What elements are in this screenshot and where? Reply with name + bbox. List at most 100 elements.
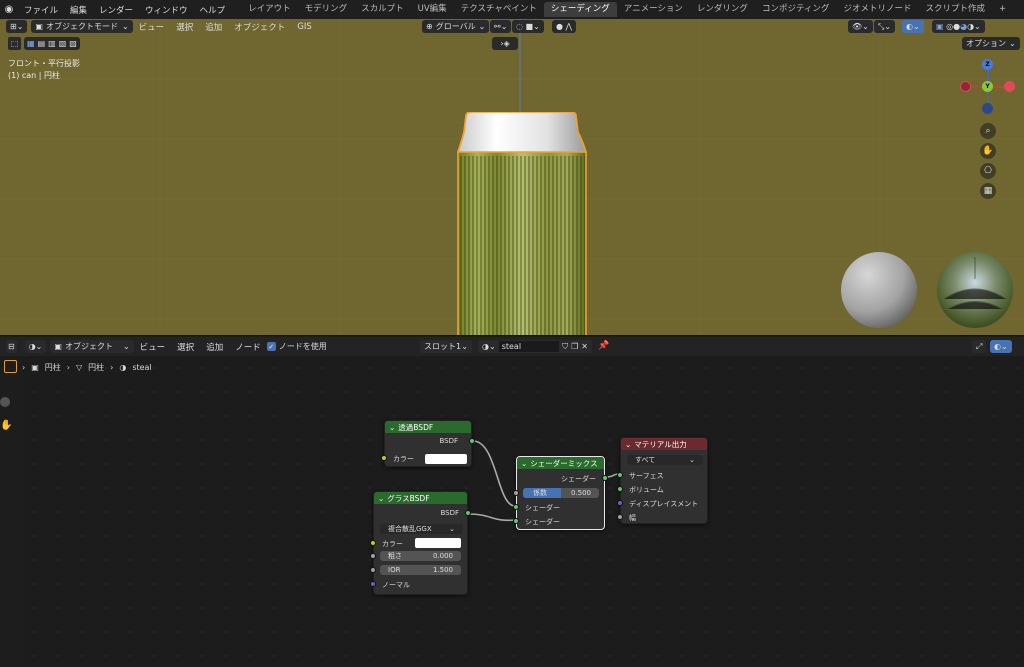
duplicate-material-icon[interactable]: ❐ <box>571 342 578 351</box>
slot-select[interactable]: スロット1 ⌄ <box>420 340 472 353</box>
gizmo-button[interactable]: ⤡⌄ <box>874 20 896 33</box>
material-selector[interactable]: ◑⌄ steal ⛉ ❐ ✕ <box>478 340 592 353</box>
node-canvas[interactable]: › ▣ 円柱 › ▽ 円柱 › ◑ steal ⌄ 透過BSDF BSDF カラー <box>22 356 1024 663</box>
node-mix-shader[interactable]: ⌄ シェーダーミックス シェーダー 係数 0.500 シェーダー シェーダー <box>513 456 608 530</box>
select-tool-icon[interactable]: ⬚ <box>8 37 21 50</box>
gizmo-neg-z-axis[interactable] <box>982 103 993 114</box>
select-extend-icon[interactable]: ▤ <box>38 39 46 48</box>
tab-compositing[interactable]: コンポジティング <box>755 2 837 17</box>
material-preview-toggle[interactable]: ›◈ <box>492 37 518 50</box>
node-menu-view[interactable]: ビュー <box>134 341 172 353</box>
node-glass-bsdf[interactable]: ⌄ グラスBSDF BSDF 複合散乱GGX ⌄ カラー 粗さ 0.000 IOR … <box>370 491 471 595</box>
pan-hand-icon[interactable]: ✋ <box>0 420 12 431</box>
node-menu-node[interactable]: ノード <box>229 341 267 353</box>
select-new-icon[interactable]: ▦ <box>27 39 35 48</box>
node-menu-add[interactable]: 追加 <box>200 341 229 353</box>
input-factor-socket[interactable] <box>513 490 519 496</box>
color-swatch[interactable] <box>415 538 461 548</box>
visibility-button[interactable]: 👁⌄ <box>848 20 873 33</box>
node-material-output[interactable]: ⌄ マテリアル出力 すべて ⌄ サーフェス ボリューム ディスプレイスメント 幅 <box>617 437 708 524</box>
wireframe-shading-icon[interactable]: ◎ <box>946 22 953 31</box>
input-ior-socket[interactable] <box>370 567 376 573</box>
camera-icon[interactable]: ⎔ <box>980 163 996 179</box>
tab-texture-paint[interactable]: テクスチャペイント <box>454 2 544 17</box>
viewport-menu-view[interactable]: ビュー <box>133 21 171 33</box>
select-invert-icon[interactable]: ▧ <box>59 39 67 48</box>
proportional-edit-button[interactable]: ● ⋀ <box>552 20 577 33</box>
transform-orientation-select[interactable]: ⊕ グローバル ⌄ <box>422 20 490 33</box>
select-intersect-icon[interactable]: ▨ <box>69 39 77 48</box>
collapse-chevron-icon[interactable]: ⌄ <box>625 440 631 449</box>
color-swatch[interactable] <box>425 454 467 464</box>
pin-icon[interactable]: 📌 <box>598 341 609 351</box>
mode-select[interactable]: ▣ オブジェクトモード ⌄ <box>31 20 133 33</box>
node-menu-select[interactable]: 選択 <box>171 341 200 353</box>
navigation-gizmo[interactable]: Z Y <box>958 57 1018 117</box>
menu-render[interactable]: レンダー <box>93 4 139 16</box>
gizmo-y-axis[interactable]: Y <box>982 81 993 92</box>
output-shader-socket[interactable] <box>602 475 608 481</box>
factor-slider[interactable]: 係数 0.500 <box>523 488 599 498</box>
roughness-field[interactable]: 粗さ 0.000 <box>380 551 461 561</box>
select-mode-buttons[interactable]: ▦ ▤ ▥ ▧ ▨ <box>24 37 80 50</box>
blender-logo-icon[interactable]: ◉ <box>0 0 18 19</box>
pivot-button[interactable]: ⚯⌄ <box>490 20 512 33</box>
viewport-menu-object[interactable]: オブジェクト <box>228 21 291 33</box>
output-bsdf-socket[interactable] <box>469 438 475 444</box>
tab-geometry-nodes[interactable]: ジオメトリノード <box>836 2 918 17</box>
input-roughness-socket[interactable] <box>370 553 376 559</box>
menu-file[interactable]: ファイル <box>18 4 64 16</box>
gizmo-x-axis[interactable] <box>1004 81 1015 92</box>
input-color-socket[interactable] <box>370 540 376 546</box>
collapse-chevron-icon[interactable]: ⌄ <box>389 423 395 432</box>
node-header[interactable]: ⌄ シェーダーミックス <box>517 457 604 469</box>
options-button[interactable]: オプション ⌄ <box>962 37 1020 50</box>
input-normal-socket[interactable] <box>370 581 376 587</box>
input-shader1-socket[interactable] <box>513 504 519 510</box>
material-sphere-icon[interactable]: ◑⌄ <box>482 342 496 351</box>
output-bsdf-socket[interactable] <box>465 510 471 516</box>
tab-shading[interactable]: シェーディング <box>543 2 617 17</box>
tab-layout[interactable]: レイアウト <box>241 2 298 17</box>
overlay-button[interactable]: ◐⌄ <box>902 20 924 33</box>
input-color-socket[interactable] <box>381 455 387 461</box>
tab-sculpt[interactable]: スカルプト <box>354 2 411 17</box>
node-header[interactable]: ⌄ 透過BSDF <box>385 421 471 433</box>
tab-scripting[interactable]: スクリプト作成 <box>918 2 992 17</box>
distribution-select[interactable]: 複合散乱GGX ⌄ <box>380 524 463 534</box>
collapse-chevron-icon[interactable]: ⌄ <box>521 459 527 468</box>
checkbox-checked-icon[interactable]: ✓ <box>266 342 276 351</box>
menu-window[interactable]: ウィンドウ <box>139 4 194 16</box>
unlink-close-icon[interactable]: ✕ <box>581 342 588 351</box>
input-displacement-socket[interactable] <box>617 500 623 506</box>
editor-type-button[interactable]: ⊞ ⌄ <box>6 20 28 33</box>
collapse-chevron-icon[interactable]: ⌄ <box>378 494 384 503</box>
node-overlay-button[interactable]: ◐⌄ <box>990 340 1012 353</box>
ior-field[interactable]: IOR 1.500 <box>380 565 461 575</box>
node-header[interactable]: ⌄ マテリアル出力 <box>621 438 707 450</box>
menu-help[interactable]: ヘルプ <box>194 4 232 16</box>
tab-uv-editing[interactable]: UV編集 <box>411 2 454 17</box>
viewport-menu-add[interactable]: 追加 <box>199 21 228 33</box>
viewport-menu-gis[interactable]: GIS <box>291 22 318 32</box>
input-surface-socket[interactable] <box>617 472 623 478</box>
tab-animation[interactable]: アニメーション <box>617 2 690 17</box>
node-editor-type-icon[interactable]: ⊟ <box>6 340 17 353</box>
object-type-select[interactable]: ▣ オブジェクト ⌄ <box>50 340 134 353</box>
rendered-shading-icon[interactable]: ◑ <box>967 22 974 31</box>
node-snap-button[interactable]: ⤢ <box>972 340 987 353</box>
fake-user-shield-icon[interactable]: ⛉ <box>562 342 568 352</box>
3d-viewport[interactable]: ⊞ ⌄ ▣ オブジェクトモード ⌄ ビュー 選択 追加 オブジェクト GIS ⊕ … <box>0 19 1024 336</box>
menu-edit[interactable]: 編集 <box>64 4 93 16</box>
tab-rendering[interactable]: レンダリング <box>690 2 755 17</box>
material-name-field[interactable]: steal <box>498 341 560 352</box>
pan-hand-icon[interactable]: ✋ <box>980 143 996 159</box>
can-object[interactable] <box>452 112 592 336</box>
shading-mode-buttons[interactable]: ▣ ◎ ● ◕ ◑ ⌄ <box>932 20 985 33</box>
xray-icon[interactable]: ▣ <box>936 22 944 31</box>
zoom-node-icon[interactable] <box>0 397 10 407</box>
node-header[interactable]: ⌄ グラスBSDF <box>374 492 467 504</box>
select-subtract-icon[interactable]: ▥ <box>48 39 56 48</box>
gizmo-z-axis[interactable]: Z <box>982 59 993 70</box>
node-transparent-bsdf[interactable]: ⌄ 透過BSDF BSDF カラー <box>381 420 475 467</box>
